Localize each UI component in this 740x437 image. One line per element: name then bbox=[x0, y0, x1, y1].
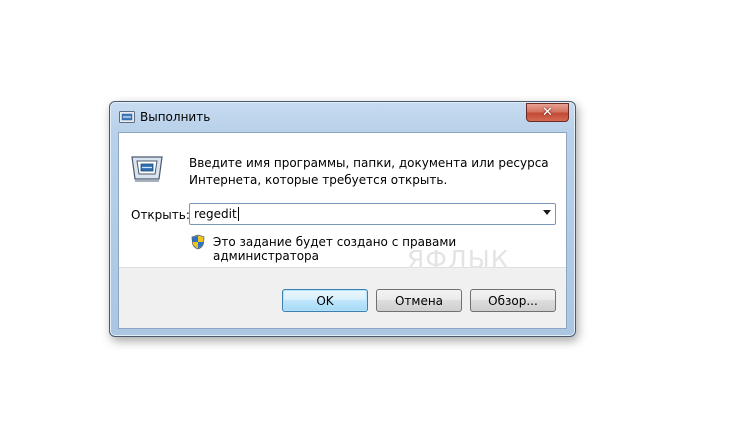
admin-rights-note: Это задание будет создано с правами адми… bbox=[213, 235, 457, 263]
browse-button[interactable]: Обзор... bbox=[470, 289, 556, 312]
watermark: ЯФЛЫК bbox=[407, 245, 510, 274]
instructions-text: Введите имя программы, папки, документа … bbox=[189, 156, 549, 187]
open-label: Открыть: bbox=[131, 208, 190, 222]
open-combobox[interactable]: regedit bbox=[189, 203, 556, 225]
run-icon bbox=[131, 156, 163, 182]
close-button[interactable]: ✕ bbox=[526, 103, 569, 122]
cancel-button[interactable]: Отмена bbox=[376, 289, 462, 312]
open-input-value[interactable]: regedit bbox=[194, 207, 239, 221]
close-icon: ✕ bbox=[542, 105, 553, 120]
ok-button[interactable]: OK bbox=[282, 289, 368, 312]
dropdown-arrow-icon[interactable] bbox=[543, 210, 551, 215]
run-app-icon bbox=[119, 111, 135, 123]
title-bar[interactable]: Выполнить ✕ bbox=[110, 102, 575, 132]
window-title: Выполнить bbox=[140, 110, 211, 124]
dialog-body: Введите имя программы, папки, документа … bbox=[118, 132, 567, 329]
run-dialog-window: Выполнить ✕ Введите имя программы, папки… bbox=[109, 101, 576, 337]
uac-shield-icon bbox=[191, 234, 205, 250]
